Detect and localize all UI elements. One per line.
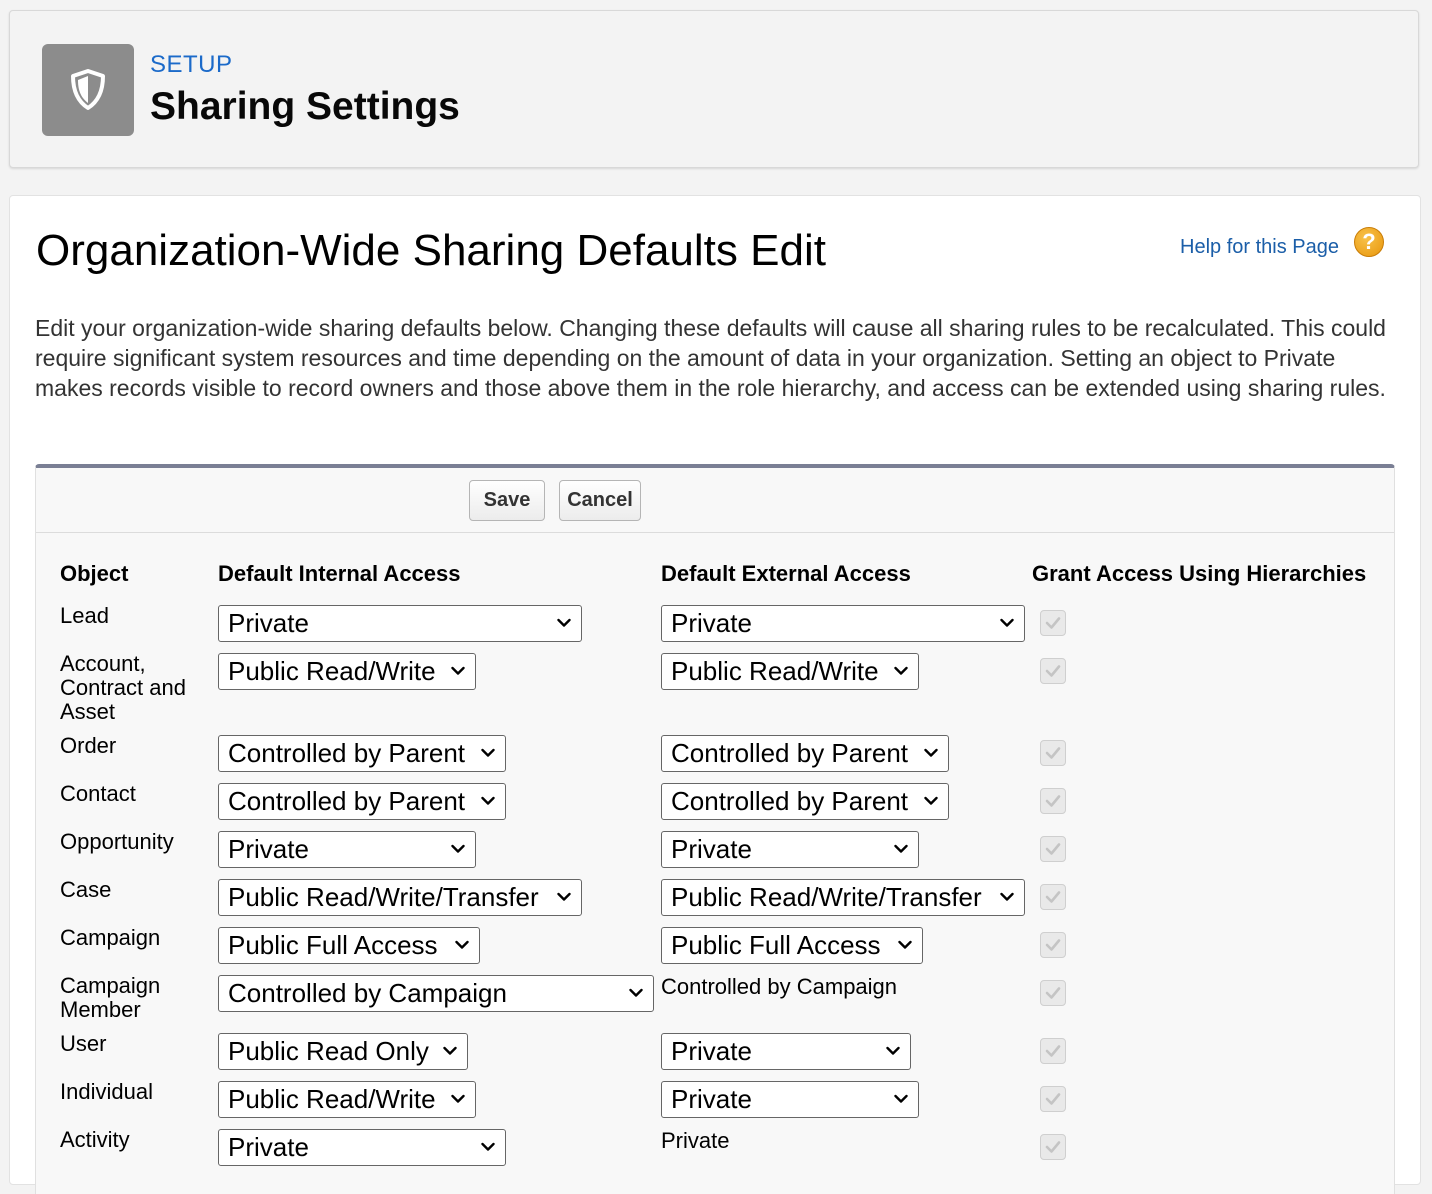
internal-access-select[interactable]: Private [218, 1129, 506, 1166]
chevron-down-icon [894, 666, 908, 675]
internal-access-select[interactable]: Public Read/Write [218, 653, 476, 690]
external-access-select[interactable]: Public Full Access [661, 927, 923, 964]
object-name: Order [60, 733, 117, 758]
checkmark-icon [1045, 939, 1061, 951]
chevron-down-icon [557, 892, 571, 901]
help-icon[interactable]: ? [1354, 227, 1384, 257]
internal-access-select[interactable]: Private [218, 605, 582, 642]
external-access-select[interactable]: Private [661, 1081, 919, 1118]
chevron-down-icon [629, 988, 643, 997]
checkmark-icon [1045, 617, 1061, 629]
external-access-value: Private [661, 1128, 730, 1153]
chevron-down-icon [443, 1046, 457, 1055]
internal-access-select[interactable]: Public Read Only [218, 1033, 468, 1070]
chevron-down-icon [924, 748, 938, 757]
object-name: Campaign [60, 925, 161, 950]
checkmark-icon [1045, 843, 1061, 855]
hierarchies-checkbox [1040, 1038, 1066, 1064]
external-access-select[interactable]: Controlled by Parent [661, 735, 949, 772]
column-header-hierarchies: Grant Access Using Hierarchies [1032, 561, 1367, 586]
internal-access-select[interactable]: Public Read/Write [218, 1081, 476, 1118]
checkmark-icon [1045, 795, 1061, 807]
section-title: Organization-Wide Sharing Defaults Edit [36, 226, 826, 275]
external-access-select[interactable]: Public Read/Write [661, 653, 919, 690]
cancel-button[interactable]: Cancel [559, 480, 641, 521]
hierarchies-checkbox [1040, 836, 1066, 862]
object-name: Activity [60, 1127, 130, 1152]
chevron-down-icon [481, 1142, 495, 1151]
internal-access-select[interactable]: Public Read/Write/Transfer [218, 879, 582, 916]
chevron-down-icon [1000, 892, 1014, 901]
checkmark-icon [1045, 1093, 1061, 1105]
internal-access-select[interactable]: Controlled by Parent [218, 735, 506, 772]
column-header-object: Object [60, 561, 129, 586]
hierarchies-checkbox [1040, 788, 1066, 814]
external-access-select[interactable]: Private [661, 831, 919, 868]
column-header-internal-access: Default Internal Access [218, 561, 461, 586]
setup-label: SETUP [150, 51, 233, 78]
shield-icon [42, 44, 134, 136]
object-name: Opportunity [60, 829, 174, 854]
main-content: Organization-Wide Sharing Defaults Edit … [9, 195, 1421, 1194]
chevron-down-icon [894, 1094, 908, 1103]
hierarchies-checkbox [1040, 740, 1066, 766]
internal-access-select[interactable]: Controlled by Campaign [218, 975, 654, 1012]
checkmark-icon [1045, 891, 1061, 903]
object-name: Case [60, 877, 112, 902]
column-header-external-access: Default External Access [661, 561, 911, 586]
checkmark-icon [1045, 665, 1061, 677]
external-access-select[interactable]: Private [661, 1033, 911, 1070]
object-name: Campaign Member [60, 973, 161, 1022]
chevron-down-icon [924, 796, 938, 805]
chevron-down-icon [451, 1094, 465, 1103]
external-access-select[interactable]: Controlled by Parent [661, 783, 949, 820]
chevron-down-icon [1000, 618, 1014, 627]
hierarchies-checkbox [1040, 610, 1066, 636]
page-header: SETUP Sharing Settings [9, 10, 1419, 168]
description-text: Edit your organization-wide sharing defa… [35, 315, 1386, 401]
checkmark-icon [1045, 1045, 1061, 1057]
chevron-down-icon [481, 748, 495, 757]
chevron-down-icon [481, 796, 495, 805]
checkmark-icon [1045, 747, 1061, 759]
object-name: User [60, 1031, 107, 1056]
checkmark-icon [1045, 987, 1061, 999]
chevron-down-icon [898, 940, 912, 949]
chevron-down-icon [886, 1046, 900, 1055]
checkmark-icon [1045, 1141, 1061, 1153]
hierarchies-checkbox [1040, 1134, 1066, 1160]
external-access-select[interactable]: Private [661, 605, 1025, 642]
internal-access-select[interactable]: Controlled by Parent [218, 783, 506, 820]
hierarchies-checkbox [1040, 884, 1066, 910]
hierarchies-checkbox [1040, 980, 1066, 1006]
chevron-down-icon [451, 844, 465, 853]
help-link[interactable]: Help for this Page [1180, 236, 1339, 259]
page-title: Sharing Settings [150, 85, 460, 128]
chevron-down-icon [455, 940, 469, 949]
internal-access-select[interactable]: Public Full Access [218, 927, 480, 964]
chevron-down-icon [451, 666, 465, 675]
internal-access-select[interactable]: Private [218, 831, 476, 868]
hierarchies-checkbox [1040, 658, 1066, 684]
hierarchies-checkbox [1040, 932, 1066, 958]
external-access-select[interactable]: Public Read/Write/Transfer [661, 879, 1025, 916]
object-name: Account, Contract and Asset [60, 651, 186, 724]
object-name: Contact [60, 781, 136, 806]
object-name: Individual [60, 1079, 153, 1104]
object-name: Lead [60, 603, 109, 628]
save-button[interactable]: Save [469, 480, 545, 521]
button-bar: Save Cancel [36, 468, 1394, 533]
sharing-defaults-form: Save Cancel Object Default Internal Acce… [35, 464, 1395, 1194]
chevron-down-icon [557, 618, 571, 627]
hierarchies-checkbox [1040, 1086, 1066, 1112]
external-access-value: Controlled by Campaign [661, 974, 898, 999]
chevron-down-icon [894, 844, 908, 853]
